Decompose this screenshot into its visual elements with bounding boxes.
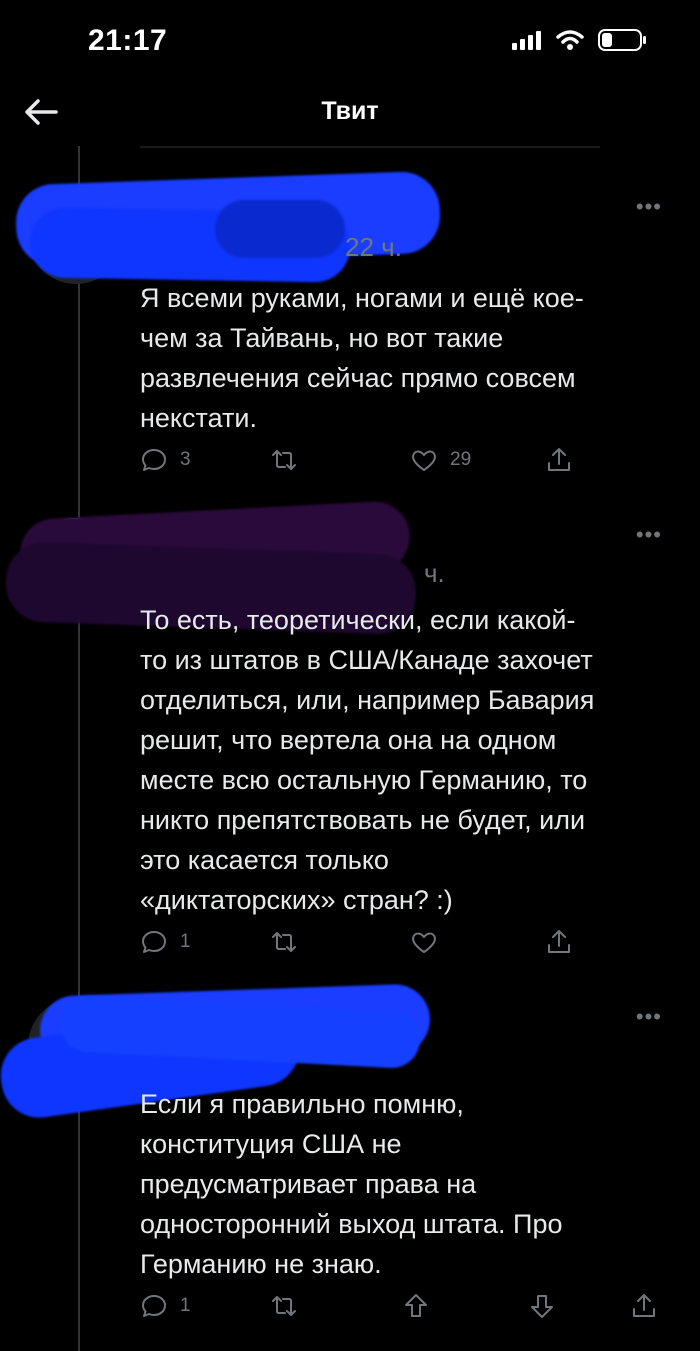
- like-button[interactable]: [410, 928, 438, 956]
- like-icon: [412, 932, 436, 953]
- share-button[interactable]: [545, 928, 573, 956]
- retweet-icon: [272, 932, 296, 952]
- more-icon[interactable]: •••: [636, 194, 662, 220]
- tweet-timestamp: ч.: [424, 558, 445, 588]
- tweet-timestamp: 22 ч.: [345, 232, 402, 262]
- reply-button[interactable]: 3: [140, 446, 191, 474]
- retweet-icon: [272, 450, 296, 470]
- status-icons: [512, 28, 648, 52]
- share-icon: [633, 1294, 655, 1317]
- share-button[interactable]: [630, 1292, 658, 1320]
- page-title: Твит: [321, 97, 379, 125]
- upvote-icon: [405, 1294, 427, 1317]
- tweet-1[interactable]: 22 ч. ••• Я всеми руками, ногами и ещё к…: [0, 170, 700, 500]
- tweet-text: Если я правильно помню, конституция США …: [140, 1089, 563, 1279]
- reply-icon: [142, 449, 166, 471]
- reply-icon: [142, 931, 166, 953]
- reply-button[interactable]: 1: [140, 928, 191, 956]
- tweet-2[interactable]: ч. ••• То есть, теоретически, если какой…: [0, 499, 700, 980]
- tweet-text: Я всеми руками, ногами и ещё кое- чем за…: [140, 283, 584, 433]
- upvote-button[interactable]: [402, 1292, 430, 1320]
- tweet-actions: 1: [140, 1292, 660, 1326]
- downvote-button[interactable]: [528, 1292, 556, 1320]
- reply-icon: [142, 1295, 166, 1317]
- like-icon: [412, 450, 436, 471]
- reply-count: 3: [180, 449, 191, 470]
- previous-actions-remnant: [140, 146, 600, 156]
- reply-count: 1: [180, 1295, 191, 1316]
- status-bar: 21:17: [0, 0, 700, 80]
- signal-icon: [512, 31, 541, 50]
- redaction-mark: [215, 200, 345, 258]
- share-icon: [548, 448, 570, 471]
- more-icon[interactable]: •••: [636, 1004, 662, 1030]
- more-icon[interactable]: •••: [636, 522, 662, 548]
- retweet-button[interactable]: [270, 446, 298, 474]
- battery-icon: [598, 29, 646, 51]
- retweet-icon: [272, 1296, 296, 1316]
- tweet-3[interactable]: ••• Если я правильно помню, конституция …: [0, 980, 700, 1351]
- reply-button[interactable]: 1: [140, 1292, 191, 1320]
- tweet-actions: 3 29: [140, 446, 660, 480]
- like-button[interactable]: 29: [410, 446, 471, 474]
- wifi-icon: [556, 30, 584, 50]
- downvote-icon: [531, 1295, 553, 1318]
- navigation-header: Твит: [0, 80, 700, 146]
- tweet-text: То есть, теоретически, если какой- то из…: [140, 605, 595, 915]
- retweet-button[interactable]: [270, 928, 298, 956]
- like-count: 29: [450, 449, 472, 470]
- reply-count: 1: [180, 931, 191, 952]
- status-time: 21:17: [88, 24, 168, 57]
- retweet-button[interactable]: [270, 1292, 298, 1320]
- tweet-actions: 1: [140, 928, 660, 962]
- share-icon: [548, 930, 570, 953]
- share-button[interactable]: [545, 446, 573, 474]
